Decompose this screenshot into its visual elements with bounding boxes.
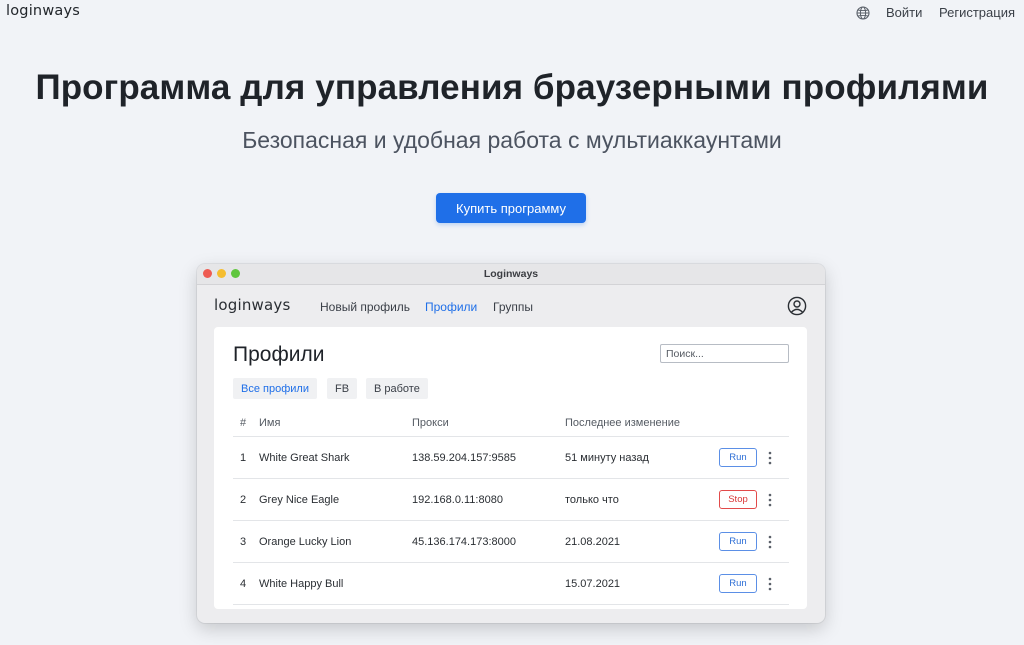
profiles-panel: Профили Все профили FB В работе # Имя Пр… [214, 327, 807, 609]
hero-title: Программа для управления браузерными про… [35, 68, 989, 107]
buy-program-button[interactable]: Купить программу [436, 193, 586, 223]
more-vertical-icon[interactable] [765, 576, 775, 592]
profile-name: White Happy Bull [259, 578, 344, 590]
app-logo[interactable]: loginways [214, 296, 291, 314]
login-link[interactable]: Войти [886, 5, 922, 20]
more-vertical-icon[interactable] [765, 492, 775, 508]
table-row[interactable]: 4 White Happy Bull 15.07.2021 Run [233, 563, 789, 605]
run-button[interactable]: Run [719, 532, 757, 551]
profile-proxy: 192.168.0.11:8080 [412, 494, 503, 506]
top-nav: loginways Войти Регистрация [0, 0, 1024, 26]
filter-in-work[interactable]: В работе [366, 378, 428, 399]
row-number: 4 [240, 578, 247, 590]
user-circle-icon[interactable] [787, 296, 807, 316]
table-row[interactable]: 1 White Great Shark 138.59.204.157:9585 … [233, 437, 789, 479]
profile-name: Orange Lucky Lion [259, 536, 352, 548]
column-header-num[interactable]: # [240, 417, 246, 429]
profile-last-changed: 51 минуту назад [565, 452, 649, 464]
filter-fb[interactable]: FB [327, 378, 358, 399]
run-button[interactable]: Run [719, 448, 757, 467]
app-nav-profiles[interactable]: Профили [425, 300, 477, 314]
table-row[interactable]: 2 Grey Nice Eagle 192.168.0.11:8080 толь… [233, 479, 789, 521]
column-header-last-changed[interactable]: Последнее изменение [565, 417, 680, 429]
profile-last-changed: 15.07.2021 [565, 578, 621, 590]
profile-proxy: 45.136.174.173:8000 [412, 536, 516, 548]
profile-name: Grey Nice Eagle [259, 494, 340, 506]
register-link[interactable]: Регистрация [939, 5, 1015, 20]
panel-title: Профили [233, 343, 325, 366]
column-header-name[interactable]: Имя [259, 417, 280, 429]
window-title: Loginways [483, 268, 539, 280]
run-button[interactable]: Run [719, 574, 757, 593]
table-header: # Имя Прокси Последнее изменение [233, 411, 789, 437]
hero-subtitle: Безопасная и удобная работа с мультиакка… [242, 127, 782, 153]
app-nav-new-profile[interactable]: Новый профиль [320, 300, 410, 314]
profile-name: White Great Shark [259, 452, 350, 464]
more-vertical-icon[interactable] [765, 450, 775, 466]
filter-all-profiles[interactable]: Все профили [233, 378, 317, 399]
stop-button[interactable]: Stop [719, 490, 757, 509]
row-number: 3 [240, 536, 247, 548]
app-window-preview: Loginways loginways Новый профиль Профил… [197, 264, 825, 623]
window-titlebar: Loginways [197, 264, 825, 285]
more-vertical-icon[interactable] [765, 534, 775, 550]
search-input[interactable] [660, 344, 789, 363]
row-number: 1 [240, 452, 247, 464]
column-header-proxy[interactable]: Прокси [412, 417, 449, 429]
site-logo[interactable]: loginways [6, 3, 80, 19]
profiles-table: # Имя Прокси Последнее изменение 1 White… [233, 411, 789, 605]
profile-proxy: 138.59.204.157:9585 [412, 452, 516, 464]
app-header: loginways Новый профиль Профили Группы [197, 286, 825, 326]
row-number: 2 [240, 494, 247, 506]
profile-last-changed: только что [565, 494, 619, 506]
profile-last-changed: 21.08.2021 [565, 536, 621, 548]
app-nav-groups[interactable]: Группы [493, 300, 533, 314]
table-row[interactable]: 3 Orange Lucky Lion 45.136.174.173:8000 … [233, 521, 789, 563]
globe-icon[interactable] [856, 6, 870, 20]
